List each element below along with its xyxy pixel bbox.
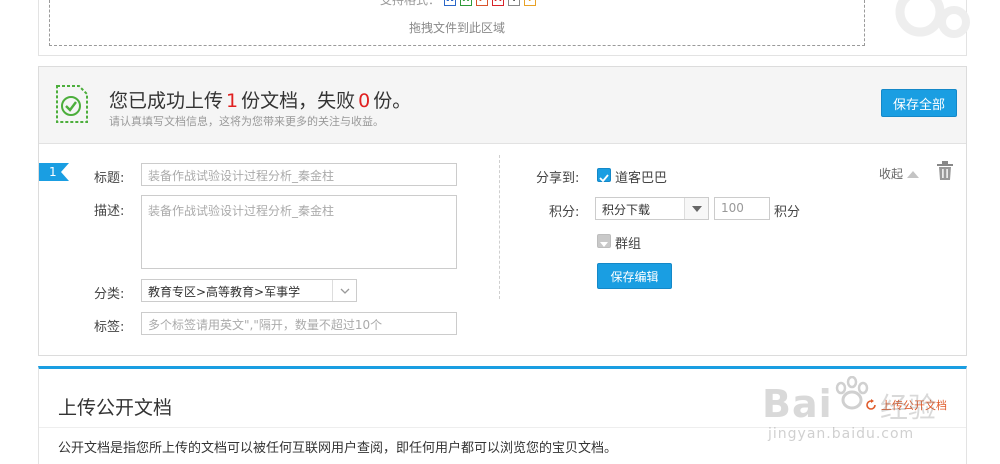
save-all-button[interactable]: 保存全部	[881, 89, 957, 117]
pdf-icon: A	[492, 0, 505, 6]
collapse-toggle[interactable]: 收起	[879, 165, 920, 182]
upload-page: 支持格式： W X P A T ? 拖拽文件到此区域 您已成功上传1份文档，失	[0, 0, 1000, 464]
chevron-down-icon	[332, 280, 356, 301]
document-check-icon	[56, 85, 88, 123]
public-section-description: 公开文档是指您所上传的文档可以被任何互联网用户查阅，即任何用户都可以浏览您的宝贝…	[58, 441, 618, 456]
other-icon: ?	[524, 0, 537, 6]
category-label: 分类:	[94, 287, 125, 302]
public-upload-section: 上传公开文档 上传公开文档 公开文档是指您所上传的文档可以被任何互联网用户查阅，…	[38, 366, 967, 464]
fail-count: 0	[358, 90, 371, 112]
refresh-icon	[866, 399, 876, 410]
title-input[interactable]: 装备作战试验设计过程分析_秦金柱	[141, 163, 457, 186]
summary-middle: 份文档，失败	[241, 90, 356, 112]
trash-icon[interactable]	[936, 161, 954, 181]
caret-up-icon	[907, 170, 920, 178]
description-label: 描述:	[94, 204, 125, 219]
drop-hint: 拖拽文件到此区域	[408, 21, 505, 35]
form-divider	[499, 155, 500, 299]
public-section-title: 上传公开文档	[58, 397, 173, 419]
ppt-icon: P	[476, 0, 489, 6]
upload-result-header: 您已成功上传 1 份文档，失败 0 份。 请认真填写文档信息，这将为您带来更多的关注与收…	[39, 67, 966, 144]
caret-down-icon	[684, 198, 708, 219]
points-value-input[interactable]: 100	[714, 197, 770, 220]
tags-input[interactable]: 多个标签请用英文","隔开，数量不超过10个	[141, 312, 457, 335]
description-textarea[interactable]: 装备作战试验设计过程分析_秦金柱	[141, 195, 457, 269]
summary-prefix: 您已成功上传	[109, 90, 224, 112]
upload-result-panel: 您已成功上传 1 份文档，失败 0 份。 请认真填写文档信息，这将为您带来更多的关注与收…	[38, 66, 967, 356]
document-index-badge: 1	[39, 163, 69, 181]
watermark-circle-icon	[895, 0, 970, 38]
tags-label: 标签:	[94, 320, 125, 335]
points-mode-value: 积分下载	[602, 203, 651, 217]
dropzone-container: 支持格式： W X P A T ? 拖拽文件到此区域	[38, 0, 970, 56]
share-label: 分享到:	[536, 171, 580, 186]
group-checkbox[interactable]	[597, 234, 611, 248]
checkmark-icon	[599, 174, 609, 183]
caret-down-icon	[600, 242, 608, 247]
success-count: 1	[226, 90, 239, 112]
word-icon: W	[444, 0, 457, 6]
excel-icon: X	[460, 0, 473, 6]
summary-suffix: 份。	[373, 90, 412, 112]
points-label: 积分:	[549, 205, 580, 220]
share-checkbox[interactable]	[597, 168, 611, 183]
save-edit-button[interactable]: 保存编辑	[597, 263, 672, 289]
formats-label: 支持格式：	[380, 0, 441, 7]
points-mode-select[interactable]: 积分下载	[595, 197, 709, 220]
txt-icon: T	[508, 0, 521, 6]
category-select[interactable]: 教育专区>高等教育>军事学	[141, 279, 357, 302]
public-link-label: 上传公开文档	[881, 399, 947, 412]
section-rule	[39, 427, 966, 428]
document-index: 1	[49, 165, 57, 179]
title-label: 标题:	[94, 171, 125, 186]
collapse-label: 收起	[879, 167, 904, 181]
share-target[interactable]: 道客巴巴	[615, 167, 667, 186]
upload-summary: 您已成功上传 1 份文档，失败 0 份。	[109, 86, 411, 113]
public-upload-link[interactable]: 上传公开文档	[865, 397, 947, 413]
file-dropzone[interactable]: 支持格式： W X P A T ? 拖拽文件到此区域	[49, 0, 865, 46]
summary-subtext: 请认真填写文档信息，这将为您带来更多的关注与收益。	[109, 115, 384, 128]
group-label[interactable]: 群组	[615, 233, 641, 252]
points-unit: 积分	[774, 205, 801, 220]
category-value: 教育专区>高等教育>军事学	[148, 285, 301, 299]
supported-formats: 支持格式： W X P A T ?	[380, 0, 537, 8]
